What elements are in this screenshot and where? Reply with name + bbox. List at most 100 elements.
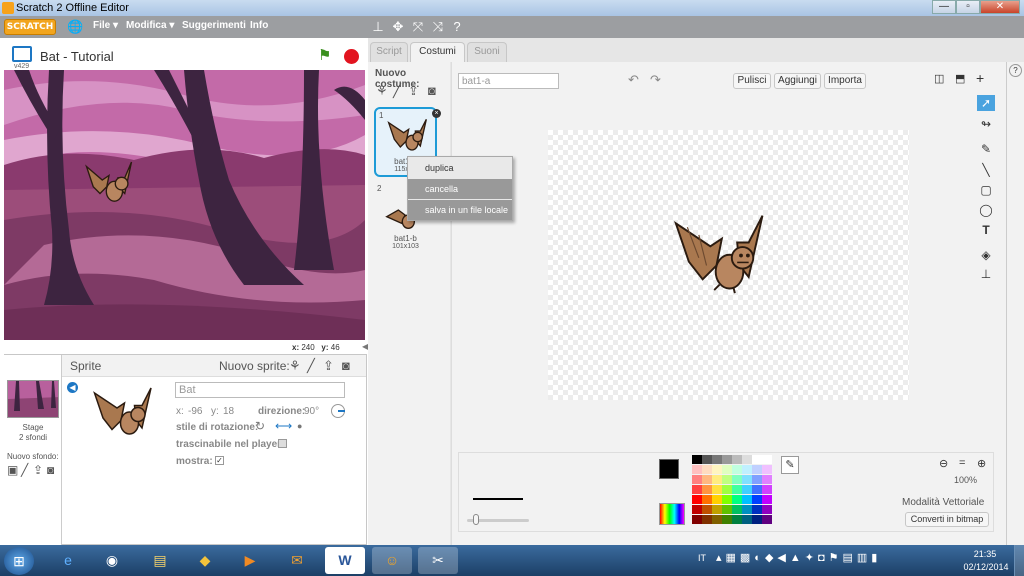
palette-swatch[interactable] [722,475,732,484]
stage-canvas[interactable] [4,70,365,340]
palette-swatch[interactable] [752,455,762,464]
primary-color-swatch[interactable] [659,459,679,479]
tab-script[interactable]: Script [370,42,408,62]
flip-horizontal-icon[interactable]: ◫ [934,72,944,85]
maximize-button[interactable]: ▫ [956,0,980,14]
fullscreen-icon[interactable] [12,46,32,62]
minimize-button[interactable]: — [932,0,956,14]
menu-file[interactable]: File ▾ [93,20,118,31]
stamp-tool-icon[interactable]: ⊥ [977,266,995,282]
scratch-taskbar-icon[interactable]: ☺ [372,547,412,574]
right-scrollbar[interactable]: ? [1006,62,1024,545]
palette-swatch[interactable] [712,515,722,524]
grow-icon[interactable]: ⤧ [410,19,426,35]
ellipse-tool-icon[interactable]: ◯ [977,202,995,218]
palette-swatch[interactable] [762,495,772,504]
show-desktop-button[interactable] [1014,545,1024,576]
menu-info[interactable]: Info [250,20,268,31]
palette-swatch[interactable] [702,505,712,514]
collapse-info-icon[interactable]: ◀ [67,382,78,393]
fill-tool-icon[interactable]: ◈ [977,247,995,263]
clear-button[interactable]: Pulisci [733,73,771,89]
palette-swatch[interactable] [722,465,732,474]
palette-swatch[interactable] [712,505,722,514]
help-icon[interactable]: ? [449,19,465,34]
costume-library-icon[interactable]: ⚘ [376,83,388,99]
palette-swatch[interactable] [722,505,732,514]
upload-sprite-icon[interactable]: ⇪ [323,358,334,374]
language-indicator[interactable]: IT [698,553,706,563]
palette-swatch[interactable] [732,505,742,514]
system-tray-icons[interactable]: ▴▦▩◐◆◀▲✦◘⚑▤▥▮ [716,551,881,564]
duplicate-stamp-icon[interactable]: ⊥ [370,19,386,35]
color-palette[interactable] [692,455,776,527]
zoom-in-icon[interactable]: ⊕ [977,457,986,470]
delete-costume-icon[interactable]: × [432,109,441,118]
palette-swatch[interactable] [692,515,702,524]
palette-swatch[interactable] [742,505,752,514]
palette-swatch[interactable] [752,505,762,514]
text-tool-icon[interactable]: T [977,222,995,238]
outlook-taskbar-icon[interactable]: ✉ [277,547,317,574]
backdrop-library-icon[interactable]: ▣ [7,463,18,477]
help-icon[interactable]: ? [1009,64,1022,77]
palette-swatch[interactable] [692,505,702,514]
dont-rotate-icon[interactable]: ● [297,421,302,431]
palette-swatch[interactable] [692,475,702,484]
palette-swatch[interactable] [762,475,772,484]
palette-swatch[interactable] [722,495,732,504]
set-center-icon[interactable]: + [976,70,984,86]
palette-swatch[interactable] [702,465,712,474]
palette-swatch[interactable] [752,515,762,524]
rectangle-tool-icon[interactable]: ▢ [977,182,995,198]
palette-swatch[interactable] [732,515,742,524]
add-button[interactable]: Aggiungi [774,73,821,89]
draggable-checkbox[interactable] [278,439,287,448]
winamp-taskbar-icon[interactable]: ◆ [185,547,225,574]
palette-swatch[interactable] [702,455,712,464]
cut-scissors-icon[interactable]: ✥ [390,19,406,35]
pencil-tool-icon[interactable]: ✎ [977,141,995,157]
palette-swatch[interactable] [712,455,722,464]
media-player-taskbar-icon[interactable]: ▶ [230,547,270,574]
explorer-taskbar-icon[interactable]: ▤ [140,547,180,574]
sprite-library-icon[interactable]: ⚘ [289,358,301,374]
menu-item-salva[interactable]: salva in un file locale [408,200,512,220]
paint-costume-icon[interactable]: ╱ [393,83,401,99]
palette-swatch[interactable] [692,455,702,464]
palette-swatch[interactable] [742,455,752,464]
palette-swatch[interactable] [692,485,702,494]
shrink-icon[interactable]: ⤨ [430,19,446,35]
upload-backdrop-icon[interactable]: ⇪ [33,463,43,477]
palette-swatch[interactable] [752,465,762,474]
palette-swatch[interactable] [722,455,732,464]
palette-swatch[interactable] [712,485,722,494]
undo-icon[interactable]: ↶ [628,72,639,88]
paint-sprite-icon[interactable]: ╱ [307,358,315,374]
palette-swatch[interactable] [702,485,712,494]
palette-swatch[interactable] [742,495,752,504]
palette-swatch[interactable] [752,475,762,484]
palette-swatch[interactable] [762,505,772,514]
clock-time[interactable]: 21:35 [968,549,1002,559]
palette-swatch[interactable] [742,515,752,524]
word-taskbar-icon[interactable]: W [325,547,365,574]
palette-swatch[interactable] [742,465,752,474]
convert-bitmap-button[interactable]: Converti in bitmap [905,512,989,527]
scratch-logo[interactable]: SCRATCH [4,19,56,35]
palette-swatch[interactable] [752,495,762,504]
palette-swatch[interactable] [762,485,772,494]
project-title[interactable]: Bat - Tutorial [40,49,114,64]
costume-name-input[interactable] [458,73,559,89]
line-tool-icon[interactable]: ╲ [977,162,995,178]
rotate-all-around-icon[interactable]: ↻ [255,419,265,433]
color-picker-gradient[interactable] [659,503,685,525]
menu-modifica[interactable]: Modifica ▾ [126,20,174,31]
palette-swatch[interactable] [732,485,742,494]
stage-thumbnail[interactable] [7,380,59,418]
palette-swatch[interactable] [732,455,742,464]
start-button[interactable]: ⊞ [4,547,34,575]
redo-icon[interactable]: ↷ [650,72,661,88]
palette-swatch[interactable] [712,495,722,504]
show-checkbox[interactable]: ✓ [215,456,224,465]
